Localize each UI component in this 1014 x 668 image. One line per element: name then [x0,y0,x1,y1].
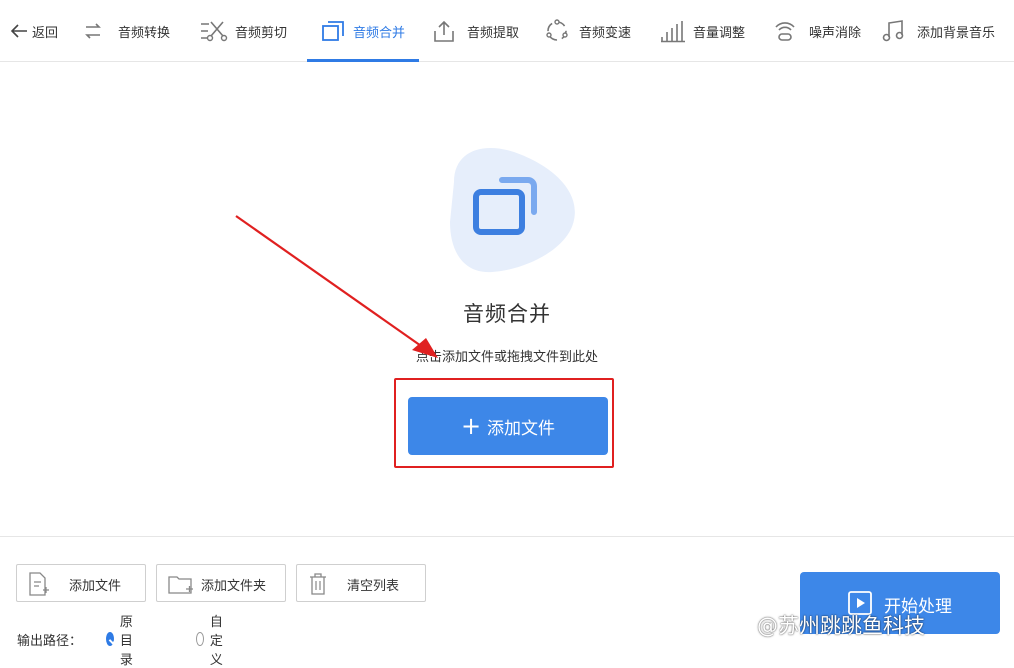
add-file-icon [29,572,49,596]
clear-list-button[interactable]: 清空列表 [296,564,426,602]
annotation-arrow [235,215,438,358]
radio-label: 原目录 [119,614,133,668]
clear-list-label: 清空列表 [347,579,400,594]
radio-unchecked-icon [196,632,204,646]
page-title: 音频合并 [463,302,551,326]
scissors-icon [201,21,228,42]
drop-hint: 点击添加文件或拖拽文件到此处 [415,350,598,365]
back-label: 返回 [32,25,59,41]
tab-label: 音频剪切 [235,25,288,41]
merge-hero-icon [450,147,575,273]
music-note-icon [882,20,904,42]
tab-noise-removal[interactable]: 噪声消除 [773,0,861,62]
merge-icon [322,21,344,41]
tab-audio-merge[interactable]: 音频合并 [306,0,420,62]
add-folder-label: 添加文件夹 [201,579,267,594]
tab-label: 音频合并 [353,25,406,41]
tab-audio-convert[interactable]: 音频转换 [82,0,170,62]
tab-audio-extract[interactable]: 音频提取 [433,0,519,62]
radio-custom-dir[interactable]: 自定义 [196,615,229,668]
tab-volume-adjust[interactable]: 音量调整 [660,0,745,62]
add-folder-icon [168,576,193,594]
radio-original-dir[interactable]: 原目录 [106,615,139,668]
volume-bars-icon [661,21,685,43]
trash-icon [310,573,326,595]
output-path-label: 输出路径： [17,633,83,649]
tab-label: 噪声消除 [809,25,862,41]
radio-checked-icon [106,632,114,646]
watermark: @苏州跳跳鱼科技 [757,614,925,638]
plus-icon: + [460,412,482,440]
tab-label: 音频转换 [118,25,171,41]
speed-icon [546,19,568,41]
tab-audio-cut[interactable]: 音频剪切 [199,0,287,62]
tab-label: 音量调整 [693,25,746,41]
noise-icon [775,22,795,41]
tab-add-bg-music[interactable]: 添加背景音乐 [881,0,995,62]
add-folder-button[interactable]: 添加文件夹 [156,564,286,602]
radio-label: 自定义 [209,614,223,668]
add-file-main-label: 添加文件 [487,418,556,439]
tab-label: 添加背景音乐 [917,25,996,41]
add-file-main-button[interactable]: + 添加文件 [408,397,608,455]
top-toolbar: 返回 音频转换 音频剪切 音频合并 音频提取 音频变速 音量调整 噪声消除 添加… [0,0,1014,62]
add-file-button[interactable]: 添加文件 [16,564,146,602]
tab-label: 音频变速 [579,25,632,41]
output-path-row: 输出路径： 原目录 自定义 [17,615,223,668]
tab-audio-speed[interactable]: 音频变速 [545,0,631,62]
bottom-divider [0,536,1014,537]
arrow-left-icon [10,24,27,38]
upload-icon [434,20,454,42]
tab-label: 音频提取 [467,25,520,41]
add-file-label: 添加文件 [69,579,122,594]
convert-icon [85,23,101,39]
back-button[interactable]: 返回 [10,0,58,62]
